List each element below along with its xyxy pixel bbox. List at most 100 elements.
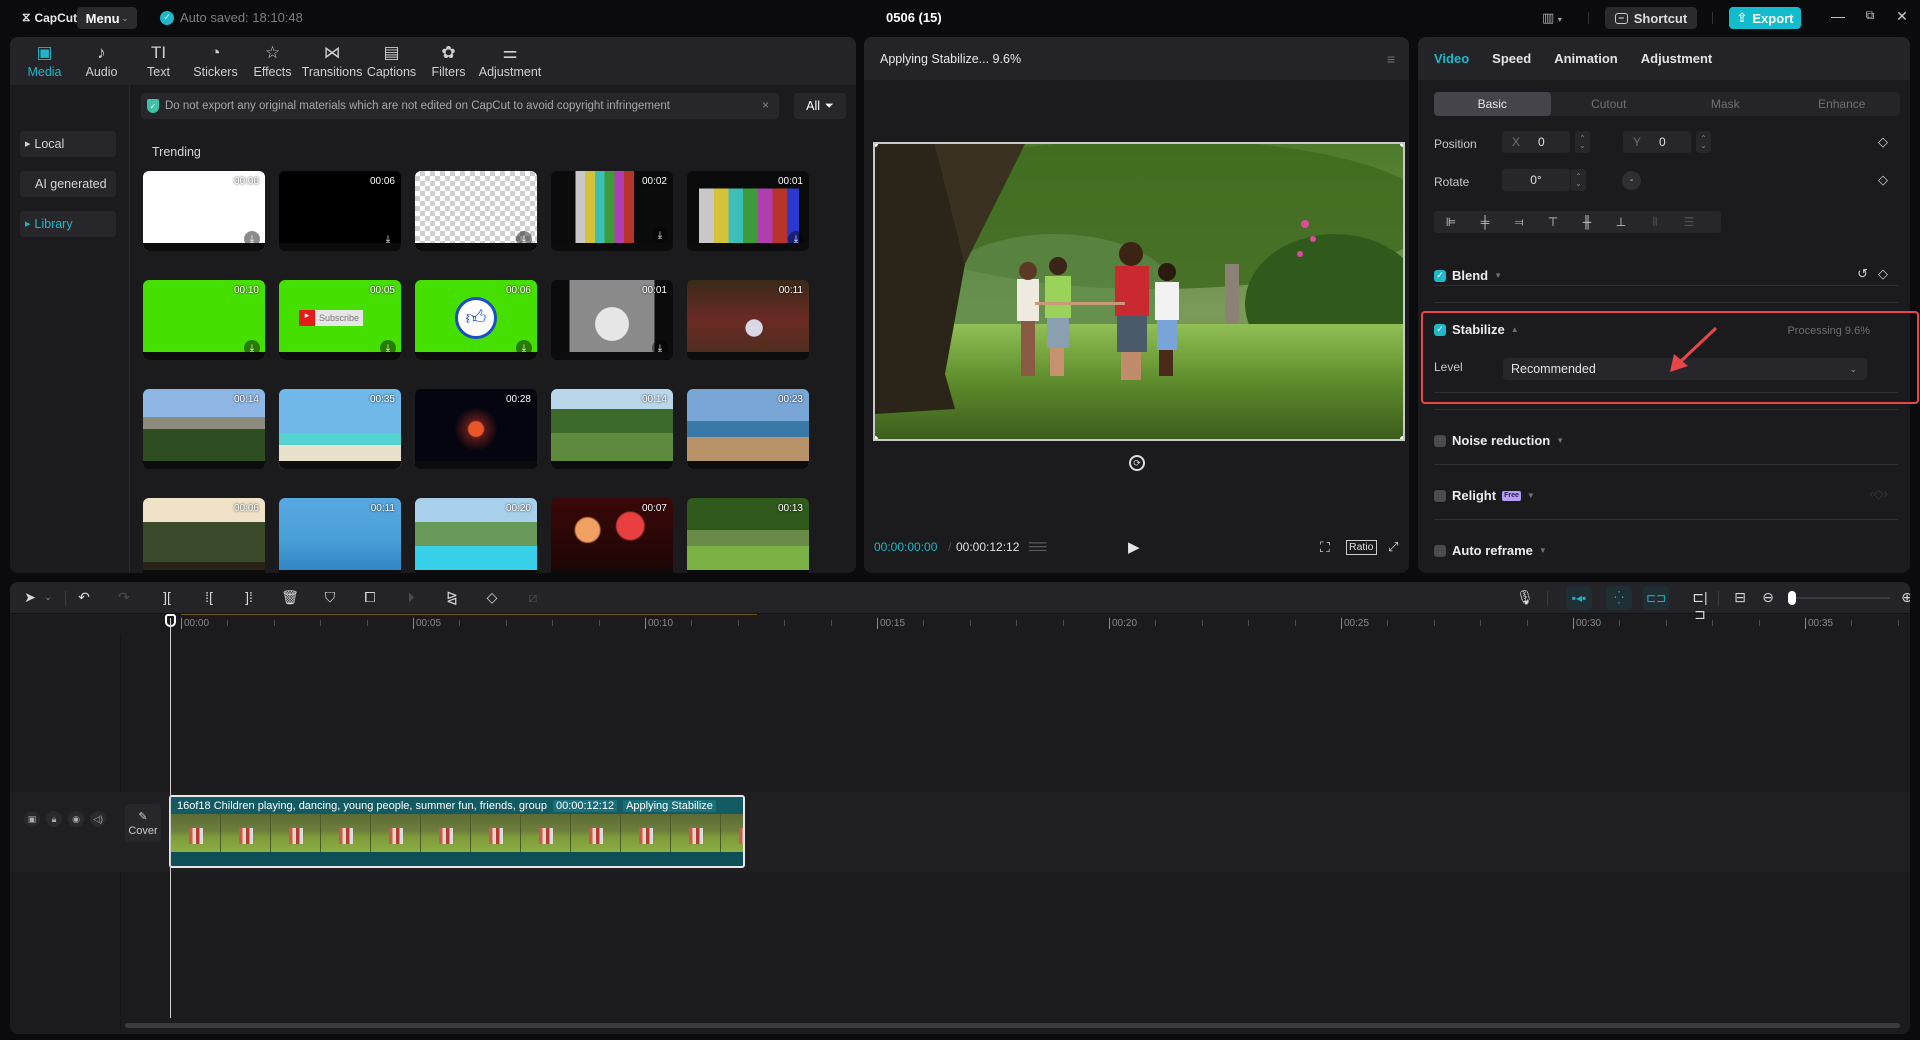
reset-icon[interactable]: ↺ (1857, 266, 1868, 282)
tab-stickers[interactable]: ◔ Stickers (187, 37, 244, 85)
noise-reduction-section[interactable]: Noise reduction ▼ (1434, 433, 1564, 448)
align-left-icon[interactable]: ⊫ (1434, 215, 1468, 229)
library-item[interactable]: 00:01 ⤓ (551, 280, 673, 360)
blend-checkbox[interactable]: ✓ (1434, 269, 1446, 282)
position-x-input[interactable]: X 0 (1502, 131, 1570, 153)
auto-reframe-checkbox[interactable] (1434, 544, 1446, 557)
tab-effects[interactable]: ☆ Effects (244, 37, 301, 85)
align-top-icon[interactable]: ⊤ (1536, 215, 1570, 229)
tab-media[interactable]: ▣ Media (16, 37, 73, 85)
eye-icon[interactable]: ◉ (68, 811, 84, 827)
rotate-handle-icon[interactable]: ⟳ (1129, 455, 1145, 471)
minimize-icon[interactable]: — (1828, 8, 1848, 24)
position-y-input[interactable]: Y 0 (1623, 131, 1691, 153)
ratio-button[interactable]: Ratio (1346, 539, 1377, 555)
library-item[interactable]: 00:10 ⤓ (143, 280, 265, 360)
ruler-zoom-icon[interactable]: ⊟ (1730, 589, 1750, 606)
library-item[interactable]: 00:11 (687, 280, 809, 360)
subtab-basic[interactable]: Basic (1434, 92, 1551, 116)
subtab-mask[interactable]: Mask (1667, 92, 1784, 116)
chevron-down-icon[interactable]: ⌄ (38, 592, 58, 603)
lock-icon[interactable]: 🔒︎ (46, 811, 62, 827)
cover-button[interactable]: ✎ Cover (125, 804, 161, 842)
resize-handle[interactable] (875, 436, 878, 439)
position-x-stepper[interactable]: ⌃ ⌄ (1575, 131, 1590, 153)
relight-checkbox[interactable] (1434, 489, 1446, 502)
relight-section[interactable]: Relight Free ▼ (1434, 488, 1535, 503)
video-clip[interactable]: 16of18 Children playing, dancing, young … (169, 795, 745, 868)
timeline-ruler[interactable]: 00:00 00:05 00:10 00:15 00:20 00:25 00:30 00:35 (120, 614, 1910, 636)
zoom-fit-icon[interactable]: ⛶ (1320, 539, 1330, 556)
trim-right-icon[interactable]: ]⁞ (239, 589, 259, 605)
delete-icon[interactable]: 🗑 (280, 589, 300, 606)
align-right-icon[interactable]: ⫤ (1502, 215, 1536, 230)
subtab-enhance[interactable]: Enhance (1784, 92, 1901, 116)
split-icon[interactable]: ][ (157, 589, 177, 605)
library-item[interactable]: 00:06 ⤓ (279, 171, 401, 251)
microphone-icon[interactable]: 🎙 (1515, 589, 1535, 606)
resize-handle[interactable] (1400, 144, 1403, 147)
tab-audio[interactable]: ♪ Audio (73, 37, 130, 85)
horizontal-scrollbar[interactable] (125, 1023, 1900, 1028)
position-y-stepper[interactable]: ⌃ ⌄ (1696, 131, 1711, 153)
align-bottom-icon[interactable]: ⊥ (1604, 215, 1638, 229)
library-item[interactable]: ▸ Subscribe 00:05 ⤓ (279, 280, 401, 360)
close-icon[interactable]: ✕ (1892, 8, 1912, 25)
align-center-h-icon[interactable]: ╪ (1468, 215, 1502, 229)
tab-text[interactable]: TI Text (130, 37, 187, 85)
tab-captions[interactable]: ▤ Captions (363, 37, 420, 85)
select-cursor-icon[interactable]: ➤ (20, 589, 40, 606)
library-item[interactable]: 00:20 (415, 498, 537, 573)
library-item[interactable]: 00:06 ⤓ (143, 171, 265, 251)
tab-speed[interactable]: Speed (1492, 51, 1531, 66)
subtab-cutout[interactable]: Cutout (1551, 92, 1668, 116)
keyframe-diamond-icon[interactable]: ◇ (1878, 172, 1888, 188)
library-item[interactable]: ⤓ (415, 171, 537, 251)
fullscreen-icon[interactable]: ⤢ (1388, 539, 1398, 555)
library-item[interactable]: 00:14 (551, 389, 673, 469)
undo-icon[interactable]: ↶ (74, 589, 94, 606)
library-item[interactable]: 00:23 (687, 389, 809, 469)
auto-reframe-section[interactable]: Auto reframe ▼ (1434, 543, 1547, 558)
noise-reduction-checkbox[interactable] (1434, 434, 1446, 447)
library-item[interactable]: 00:07 (551, 498, 673, 573)
keyframe-diamond-icon[interactable]: ◇ (1878, 134, 1888, 150)
filter-all-button[interactable]: All ⏷ (794, 93, 846, 119)
layout-icon[interactable]: ▥ ▾ (1542, 10, 1562, 26)
play-icon[interactable]: ▶ (1128, 538, 1140, 556)
rotate-input[interactable]: 0° (1502, 169, 1570, 191)
library-item[interactable]: 00:13 (687, 498, 809, 573)
restore-icon[interactable]: ⧉ (1860, 8, 1880, 23)
mirror-icon[interactable]: ⧎ (442, 589, 462, 606)
hamburger-menu-icon[interactable]: ≡ (1387, 51, 1395, 67)
align-middle-v-icon[interactable]: ╫ (1570, 215, 1604, 229)
resize-handle[interactable] (1400, 436, 1403, 439)
linkage-icon[interactable]: ⊏⊐ (1643, 586, 1669, 610)
zoom-slider-handle[interactable] (1788, 591, 1796, 605)
library-item[interactable]: 00:06 (143, 498, 265, 573)
keyframe-diamond-icon[interactable]: ◇ (1878, 266, 1888, 282)
tab-filters[interactable]: ✿ Filters (420, 37, 477, 85)
zoom-slider-track[interactable] (1790, 597, 1890, 599)
library-item[interactable]: 00:02 ⤓ (551, 171, 673, 251)
zoom-out-icon[interactable]: ⊖ (1758, 589, 1778, 606)
freeze-icon[interactable]: ⧠ (360, 589, 380, 606)
rotate-dial[interactable]: - (1622, 171, 1641, 190)
blend-section[interactable]: ✓ Blend ▼ (1434, 268, 1502, 283)
library-item[interactable]: 00:14 (143, 389, 265, 469)
sidenav-item-ai-generated[interactable]: AI generated (20, 171, 116, 197)
rotate-icon[interactable]: ◇ (482, 589, 502, 606)
zoom-in-icon[interactable]: ⊕ (1897, 589, 1910, 606)
shortcut-button[interactable]: ═ Shortcut (1605, 7, 1697, 29)
tab-adjustment[interactable]: Adjustment (1641, 51, 1713, 66)
main-track-magnet-icon[interactable]: ▪◂▪ (1566, 586, 1592, 610)
export-button[interactable]: ⇪ Export (1729, 7, 1801, 29)
library-item[interactable]: 00:28 (415, 389, 537, 469)
library-item[interactable]: 👍︎ 00:06 ⤓ (415, 280, 537, 360)
menu-button[interactable]: Menu ⌄ (77, 7, 137, 29)
tab-transitions[interactable]: ⋈ Transitions (301, 37, 363, 85)
speaker-icon[interactable]: ◁) (90, 811, 106, 827)
library-item[interactable]: 00:11 (279, 498, 401, 573)
rotate-stepper[interactable]: ⌃ ⌄ (1571, 169, 1586, 191)
video-preview[interactable] (873, 142, 1405, 441)
